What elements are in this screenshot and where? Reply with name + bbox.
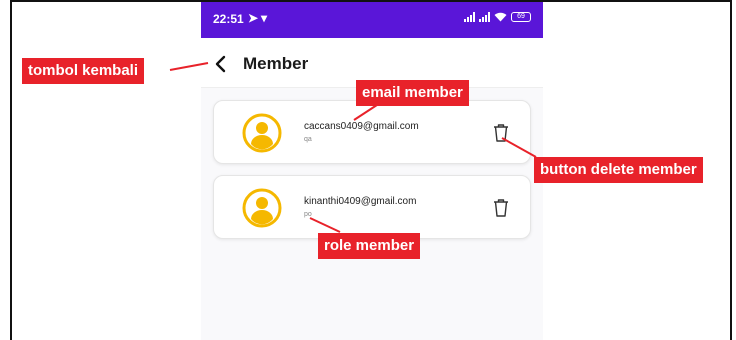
notification-icon: ▾: [261, 11, 268, 25]
member-role: qa: [304, 136, 312, 143]
page-title: Member: [243, 54, 309, 73]
member-card: caccans0409@gmail.com qa: [213, 100, 531, 164]
member-email: caccans0409@gmail.com: [304, 121, 419, 132]
status-bar: 22:51 ➤ ▾ 69: [201, 2, 543, 38]
back-arrow-icon: [215, 55, 226, 73]
trash-icon[interactable]: [492, 123, 510, 143]
signal-icon: [464, 12, 475, 22]
trash-icon[interactable]: [492, 198, 510, 218]
status-indicators: 69: [464, 12, 531, 22]
member-role: po: [304, 211, 312, 218]
signal-icon-2: [479, 12, 490, 22]
annotation-delete-button: button delete member: [534, 157, 703, 183]
user-avatar-icon: [242, 188, 282, 228]
annotation-email-member: email member: [356, 80, 469, 106]
navigation-icon: ➤: [248, 11, 259, 25]
wifi-icon: [494, 12, 507, 22]
member-card: kinanthi0409@gmail.com po: [213, 175, 531, 239]
annotation-role-member: role member: [318, 233, 421, 259]
battery-icon: 69: [511, 12, 531, 22]
back-button[interactable]: [207, 50, 235, 78]
phone-screen: 22:51 ➤ ▾ 69 Member caccans0409@gmail.co…: [201, 2, 543, 340]
user-avatar-icon: [242, 113, 282, 153]
status-time: 22:51: [213, 12, 244, 26]
annotation-back-button: tombol kembali: [22, 58, 145, 84]
member-email: kinanthi0409@gmail.com: [304, 196, 417, 207]
